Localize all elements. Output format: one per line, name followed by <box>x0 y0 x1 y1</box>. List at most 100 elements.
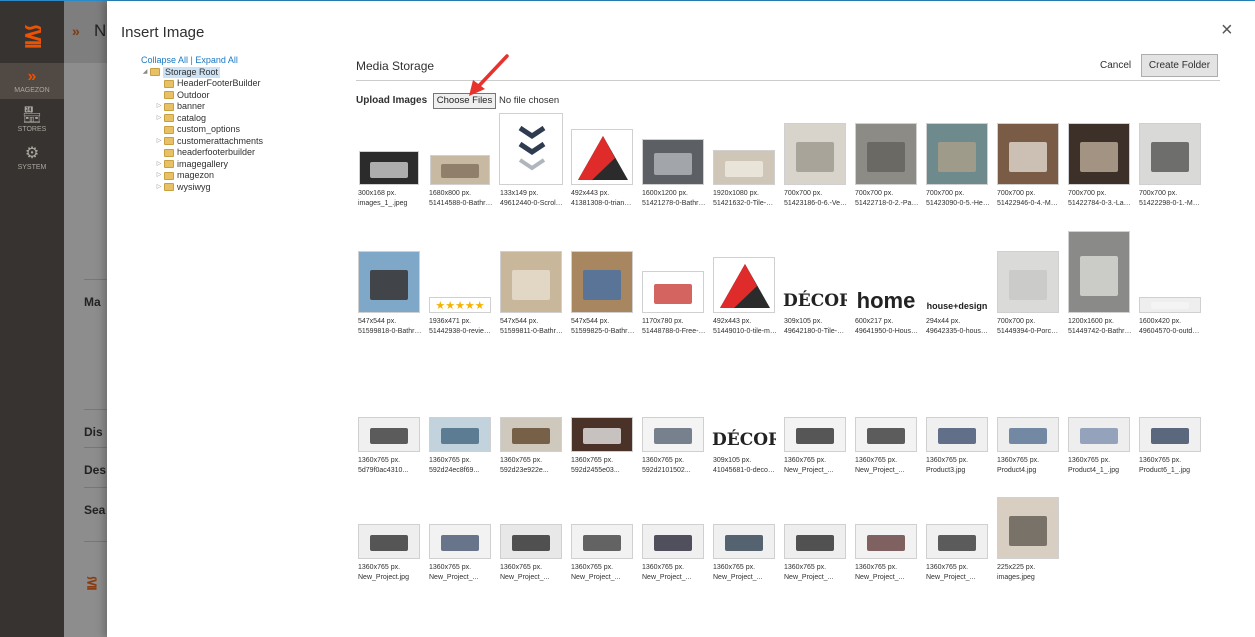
media-thumbnail[interactable]: ★★★★★ 1936x471 px. 51442938-0-reviews-T... <box>427 249 493 337</box>
image-dimensions: 1360x765 px. <box>642 457 685 464</box>
media-thumbnail[interactable]: 700x700 px. 51449394-0-Porcelain... <box>995 249 1061 337</box>
tree-folder-custom-options[interactable]: custom_options <box>140 124 263 136</box>
media-thumbnail[interactable]: 1680x800 px. 51414588-0-Bathroom-... <box>427 121 493 209</box>
image-dimensions: 1170x780 px. <box>642 318 684 325</box>
media-thumbnail[interactable]: 700x700 px. 51422784-0-3.-Large-... <box>1066 121 1132 209</box>
media-thumbnail[interactable]: 1360x765 px. New_Project_... <box>498 495 564 583</box>
cancel-button[interactable]: Cancel <box>1100 60 1131 71</box>
media-thumbnail[interactable]: 1360x765 px. New_Project_... <box>853 495 919 583</box>
nav-item-system[interactable]: ⚙︎ SYSTEM <box>0 143 64 173</box>
media-thumbnail[interactable]: 1920x1080 px. 51421632-0-Tile-Merc... <box>711 121 777 209</box>
media-thumbnail[interactable]: 547x544 px. 51599825-0-Bathroom-... <box>569 249 635 337</box>
media-thumbnail[interactable]: 1360x765 px. Product3.jpg <box>924 388 990 476</box>
tree-folder-label[interactable]: customerattachments <box>177 136 263 148</box>
close-icon[interactable]: × <box>1221 20 1233 40</box>
tree-folder-label[interactable]: wysiwyg <box>177 182 211 194</box>
create-folder-button[interactable]: Create Folder <box>1141 54 1218 77</box>
media-thumbnail[interactable]: home 600x217 px. 49641950-0-House-and... <box>853 249 919 337</box>
media-thumbnail[interactable]: 1600x420 px. 49604570-0-outdoor-t... <box>1137 249 1203 337</box>
thumbnail-frame: DÉCOR <box>782 249 848 313</box>
media-thumbnail[interactable]: 1200x1600 px. 51449742-0-Bathroom-... <box>1066 231 1132 337</box>
media-thumbnail[interactable]: DÉCOR 309x105 px. 49642180-0-Tile-Merc... <box>782 249 848 337</box>
tree-folder-storage-root[interactable]: ◢ Storage Root <box>140 66 263 79</box>
thumbnail-image <box>784 524 846 559</box>
media-thumbnail[interactable]: 1360x765 px. New_Project_... <box>427 495 493 583</box>
expand-toggle-icon[interactable]: ◢ <box>140 67 150 79</box>
expand-toggle-icon[interactable]: ▷ <box>154 136 164 148</box>
thumbnail-frame <box>569 121 635 185</box>
media-thumbnail[interactable]: 700x700 px. 51422946-0-4.-Mosaic... <box>995 121 1061 209</box>
thumbnail-image <box>500 417 562 452</box>
media-thumbnail[interactable]: 1360x765 px. New_Project_... <box>782 495 848 583</box>
thumbnail-image <box>642 524 704 559</box>
tree-folder-wysiwyg[interactable]: ▷ wysiwyg <box>140 182 263 194</box>
tree-folder-label[interactable]: magezon <box>177 170 214 182</box>
expand-toggle-icon[interactable]: ▷ <box>154 113 164 125</box>
tree-folder-label[interactable]: headerfooterbuilder <box>177 147 255 159</box>
media-thumbnail[interactable]: 1360x765 px. 592d23e922e... <box>498 388 564 476</box>
tree-folder-label[interactable]: Outdoor <box>177 90 210 102</box>
thumbnail-frame <box>356 249 422 313</box>
tree-folder-banner[interactable]: ▷ banner <box>140 101 263 113</box>
media-thumbnail[interactable]: 1360x765 px. New_Project.jpg <box>356 495 422 583</box>
media-thumbnail[interactable]: 1170x780 px. 51448788-0-Free-samp... <box>640 249 706 337</box>
media-thumbnail[interactable]: 1360x765 px. New_Project_... <box>711 495 777 583</box>
nav-item-stores[interactable]: 🏪︎ STORES <box>0 105 64 135</box>
expand-toggle-icon[interactable]: ▷ <box>154 159 164 171</box>
media-thumbnail[interactable]: 492x443 px. 51449010-0-tile-merc... <box>711 249 777 337</box>
media-thumbnail[interactable]: 700x700 px. 51422718-0-2.-Patter... <box>853 121 919 209</box>
tree-folder-customerattachments[interactable]: ▷ customerattachments <box>140 136 263 148</box>
media-thumbnail[interactable]: 1360x765 px. New_Project_... <box>924 495 990 583</box>
image-filename: Product4_1_.jpg <box>1068 467 1119 474</box>
media-thumbnail[interactable]: 700x700 px. 51423186-0-6.-Veined... <box>782 121 848 209</box>
tree-folder-label[interactable]: HeaderFooterBuilder <box>177 78 261 90</box>
collapse-all-link[interactable]: Collapse All <box>141 55 188 65</box>
tree-folder-label[interactable]: banner <box>177 101 205 113</box>
thumbnail-image: ★★★★★ <box>429 297 491 313</box>
thumbnail-frame <box>924 388 990 452</box>
media-thumbnail[interactable]: 700x700 px. 51422298-0-1.-Metro-... <box>1137 121 1203 209</box>
tree-folder-label[interactable]: Storage Root <box>163 66 221 78</box>
media-thumbnail[interactable]: 133x149 px. 49612440-0-Scroll-do... <box>498 113 564 209</box>
media-thumbnail[interactable]: 1360x765 px. Product6_1_.jpg <box>1137 388 1203 476</box>
media-thumbnail[interactable]: house+design 294x44 px. 49642335-0-house-d… <box>924 249 990 337</box>
magento-logo[interactable]: ⪟ <box>22 23 44 49</box>
thumbnail-image <box>997 123 1059 185</box>
media-thumbnail[interactable]: 1360x765 px. New_Project_... <box>569 495 635 583</box>
media-thumbnail[interactable]: 1360x765 px. New_Project_... <box>782 388 848 476</box>
tree-folder-label[interactable]: catalog <box>177 113 206 125</box>
media-thumbnail[interactable]: 1600x1200 px. 51421278-0-Bathroom-... <box>640 121 706 209</box>
media-thumbnail[interactable]: 1360x765 px. 5d79f0ac4310... <box>356 388 422 476</box>
media-thumbnail[interactable]: 1360x765 px. Product4.jpg <box>995 388 1061 476</box>
media-thumbnail[interactable]: 1360x765 px. 592d2455e03... <box>569 388 635 476</box>
tree-folder-headerfooterbuilder[interactable]: HeaderFooterBuilder <box>140 78 263 90</box>
media-thumbnail[interactable]: 1360x765 px. New_Project_... <box>640 495 706 583</box>
media-thumbnail[interactable]: 492x443 px. 41381308-0-triangle... <box>569 121 635 209</box>
tree-folder-outdoor[interactable]: Outdoor <box>140 90 263 102</box>
media-thumbnail[interactable]: 1360x765 px. New_Project_... <box>853 388 919 476</box>
nav-item-magezon[interactable]: » MAGEZON <box>0 63 64 99</box>
media-thumbnail[interactable]: 547x544 px. 51599818-0-Bathroom-... <box>356 249 422 337</box>
tree-folder-label[interactable]: imagegallery <box>177 159 228 171</box>
expand-toggle-icon[interactable]: ▷ <box>154 101 164 113</box>
expand-toggle-icon[interactable]: ▷ <box>154 182 164 194</box>
media-thumbnail[interactable]: 300x168 px. images_1_.jpeg <box>356 121 422 209</box>
tree-folder-catalog[interactable]: ▷ catalog <box>140 113 263 125</box>
media-thumbnail[interactable]: 700x700 px. 51423090-0-5.-Hexago... <box>924 121 990 209</box>
media-thumbnail[interactable]: 1360x765 px. Product4_1_.jpg <box>1066 388 1132 476</box>
media-thumbnail[interactable]: DÉCOR 309x105 px. 41045681-0-decor-web... <box>711 388 777 476</box>
thumbnail-image <box>1139 123 1201 185</box>
media-thumbnail[interactable]: 1360x765 px. 592d24ec8f69... <box>427 388 493 476</box>
thumbnail-caption: 1360x765 px. New_Project_... <box>853 456 919 476</box>
media-thumbnail[interactable]: 225x225 px. images.jpeg <box>995 495 1061 583</box>
tree-folder-imagegallery[interactable]: ▷ imagegallery <box>140 159 263 171</box>
image-dimensions: 700x700 px. <box>1068 190 1107 197</box>
media-thumbnail[interactable]: 547x544 px. 51599811-0-Bathroom-... <box>498 249 564 337</box>
thumbnail-caption: 1360x765 px. New_Project_... <box>782 563 848 583</box>
expand-all-link[interactable]: Expand All <box>195 55 238 65</box>
tree-folder-magezon[interactable]: ▷ magezon <box>140 170 263 182</box>
tree-folder-label[interactable]: custom_options <box>177 124 240 136</box>
media-thumbnail[interactable]: 1360x765 px. 592d2101502... <box>640 388 706 476</box>
tree-folder-headerfooterbuilder[interactable]: headerfooterbuilder <box>140 147 263 159</box>
expand-toggle-icon[interactable]: ▷ <box>154 170 164 182</box>
